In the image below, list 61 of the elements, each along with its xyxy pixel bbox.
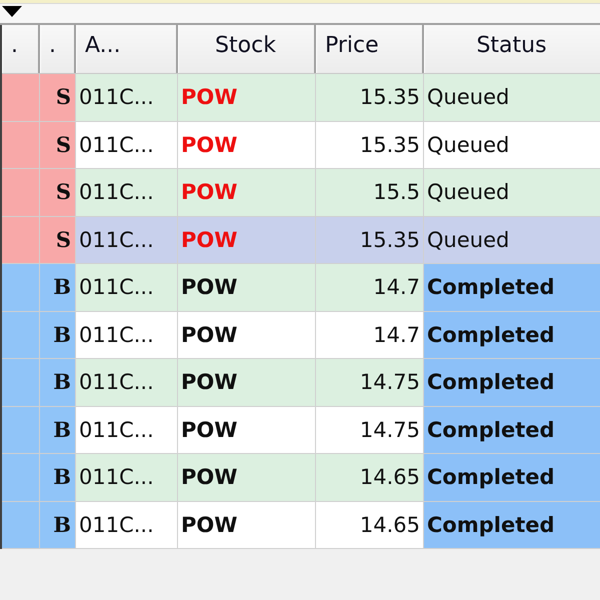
table-cell: 011C... <box>76 264 178 310</box>
table-cell: POW <box>178 264 316 310</box>
table-cell: S <box>40 74 76 120</box>
column-header[interactable]: Price <box>316 25 424 73</box>
table-cell: 011C... <box>76 312 178 358</box>
table-row[interactable]: S 011C... POW 15.35 Queued <box>2 74 600 122</box>
table-cell: Completed <box>424 264 600 310</box>
table-cell: B <box>40 264 76 310</box>
table-row[interactable]: S 011C... POW 15.35 Queued <box>2 122 600 169</box>
table-cell: POW <box>178 216 316 263</box>
table-cell: POW <box>178 74 316 120</box>
table-cell: POW <box>178 406 316 453</box>
table-cell: POW <box>178 169 316 216</box>
table-cell: Completed <box>424 502 600 548</box>
table-cell: POW <box>178 454 316 500</box>
table-cell: Completed <box>424 312 600 358</box>
table-row[interactable]: S 011C... POW 15.35 Queued <box>2 216 600 264</box>
table-cell: 011C... <box>76 502 178 548</box>
table-cell: POW <box>178 359 316 406</box>
table-cell: B <box>40 406 76 453</box>
table-row[interactable]: B 011C... POW 14.65 Completed <box>2 502 600 549</box>
table-cell: 011C... <box>76 74 178 120</box>
table-cell: Queued <box>424 216 600 263</box>
table-cell: Completed <box>424 454 600 500</box>
table-cell: 011C... <box>76 454 178 500</box>
table-row[interactable]: S 011C... POW 15.5 Queued <box>2 169 600 216</box>
table-cell: Queued <box>424 122 600 168</box>
column-header[interactable]: . <box>2 25 40 73</box>
table-cell: 011C... <box>76 406 178 453</box>
column-header[interactable]: . <box>40 25 76 73</box>
table-cell: Completed <box>424 406 600 453</box>
table-cell: Queued <box>424 169 600 216</box>
table-cell: S <box>40 122 76 168</box>
table-cell: POW <box>178 312 316 358</box>
table-cell: 011C... <box>76 169 178 216</box>
table-cell: B <box>40 502 76 548</box>
table-cell: Completed <box>424 359 600 406</box>
dropdown-arrow-icon[interactable] <box>2 6 22 17</box>
column-header[interactable]: Status <box>424 25 600 73</box>
table-cell: 15.35 <box>316 74 424 120</box>
table-row[interactable]: B 011C... POW 14.65 Completed <box>2 454 600 502</box>
table-row[interactable]: B 011C... POW 14.75 Completed <box>2 359 600 406</box>
table-cell: Queued <box>424 74 600 120</box>
table-row[interactable]: B 011C... POW 14.7 Completed <box>2 312 600 359</box>
table-cell: S <box>40 216 76 263</box>
table-cell: 011C... <box>76 122 178 168</box>
column-header[interactable]: Stock <box>178 25 316 73</box>
column-header[interactable]: A... <box>76 25 178 73</box>
table-cell: 15.35 <box>316 216 424 263</box>
table-cell: B <box>40 454 76 500</box>
table-cell: S <box>40 169 76 216</box>
table-row[interactable]: B 011C... POW 14.75 Completed <box>2 406 600 454</box>
table-cell: 011C... <box>76 359 178 406</box>
table-cell: B <box>40 359 76 406</box>
table-cell: 15.5 <box>316 169 424 216</box>
table-cell: 011C... <box>76 216 178 263</box>
table-cell: 15.35 <box>316 122 424 168</box>
table-row[interactable]: B 011C... POW 14.7 Completed <box>2 264 600 312</box>
table-cell: POW <box>178 502 316 548</box>
table-cell: POW <box>178 122 316 168</box>
table-cell: B <box>40 312 76 358</box>
